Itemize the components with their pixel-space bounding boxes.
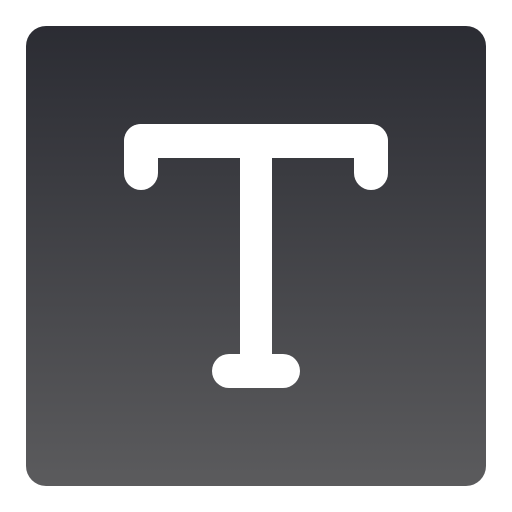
text-tool-icon-graphic [26, 26, 486, 486]
t-glyph-stem [240, 136, 272, 386]
t-glyph-left-serif [124, 124, 158, 190]
page-canvas [0, 0, 512, 512]
t-glyph-right-serif [354, 124, 388, 190]
text-tool-icon[interactable] [26, 26, 486, 486]
t-glyph-bottom-serif [212, 354, 300, 388]
